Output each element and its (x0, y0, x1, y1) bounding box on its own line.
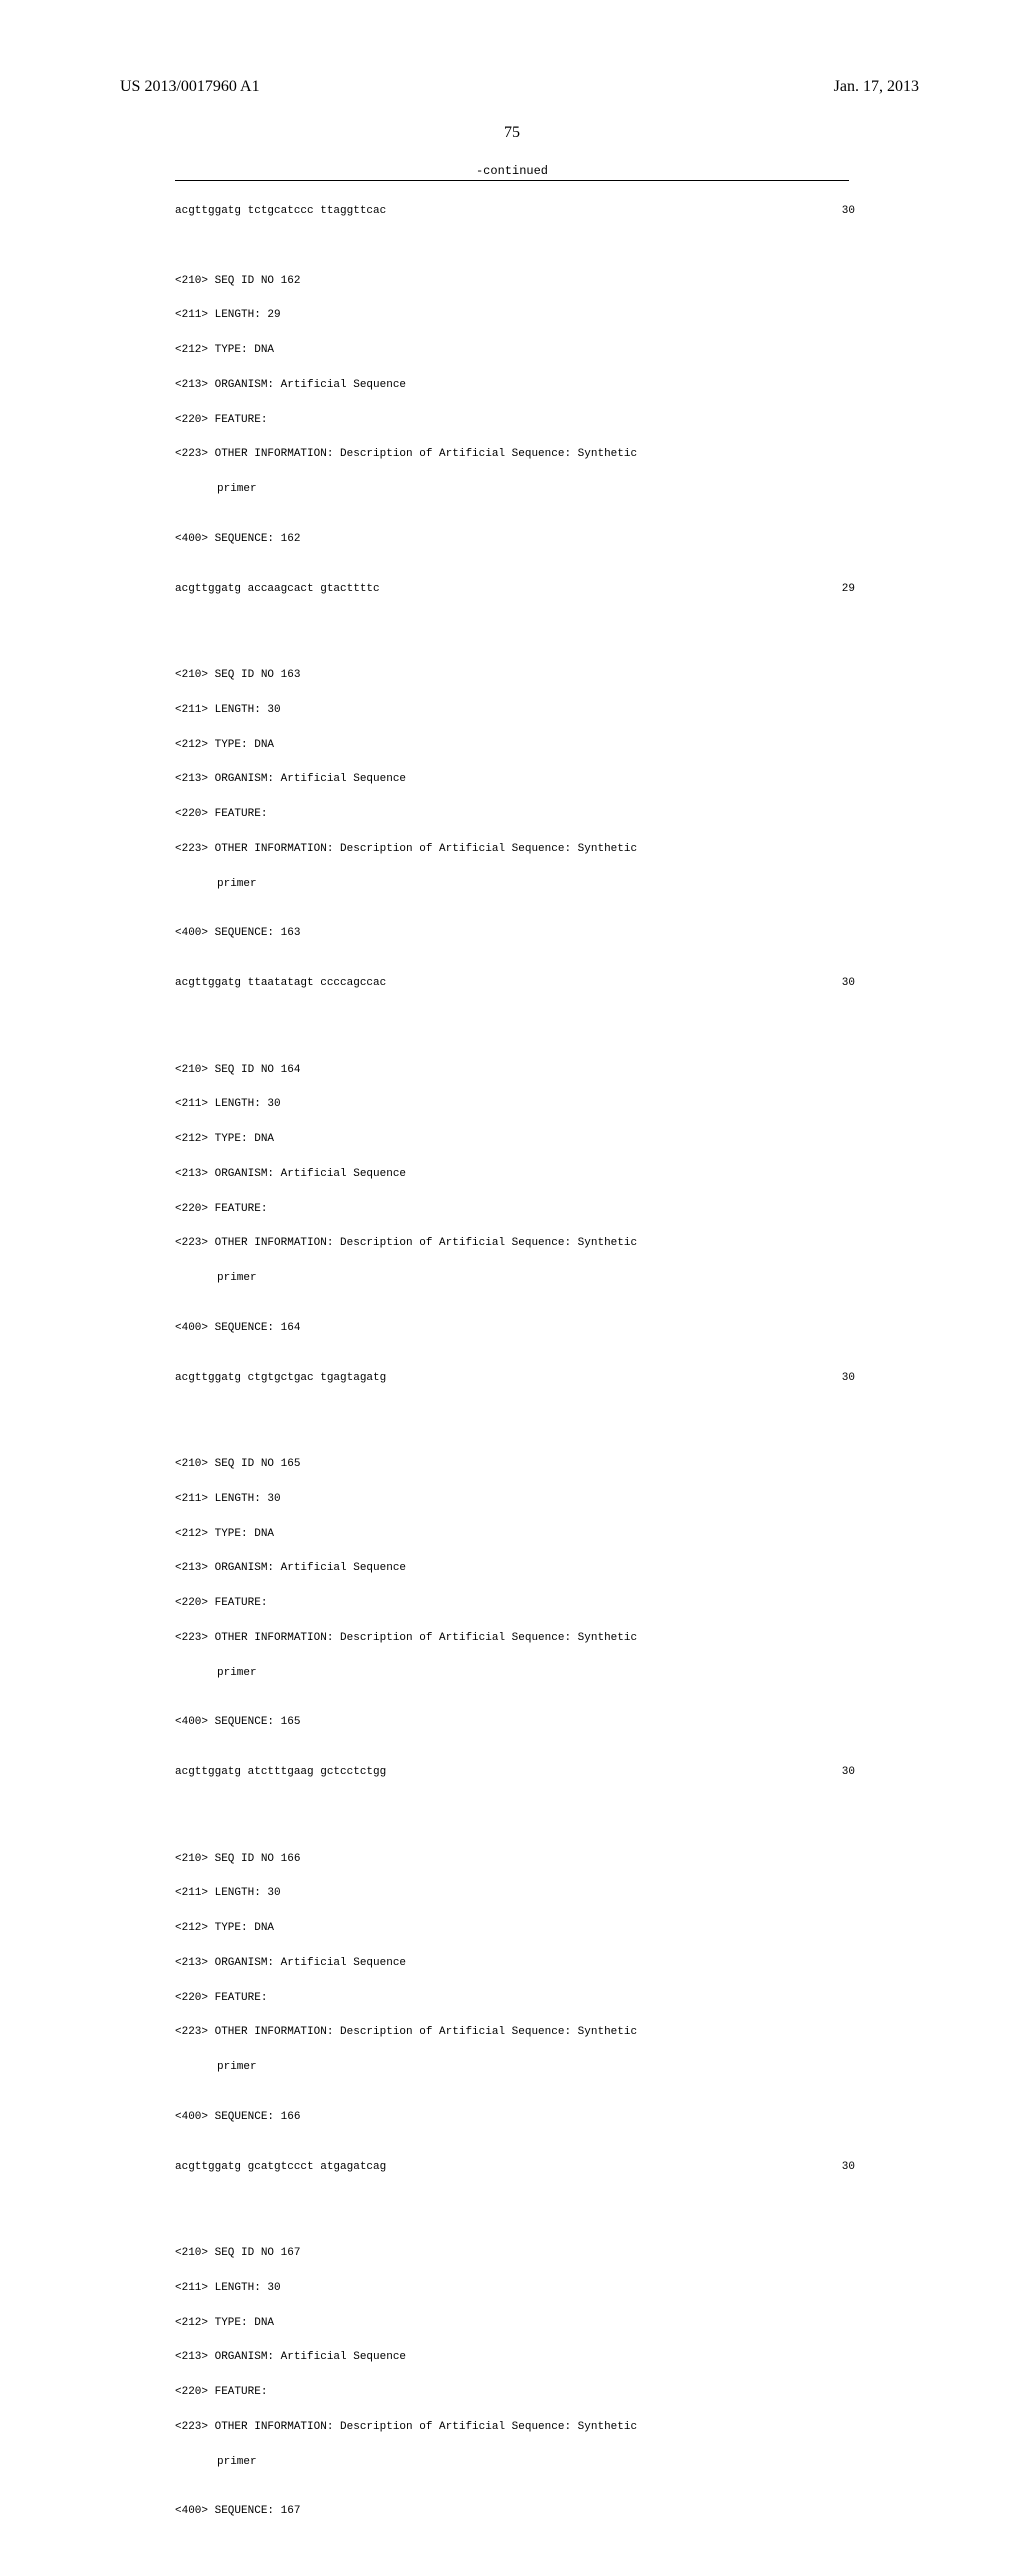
page-number: 75 (0, 124, 1024, 142)
type-line: <212> TYPE: DNA (175, 1526, 1024, 1543)
sequence-length-number: 29 (842, 581, 855, 598)
type-line: <212> TYPE: DNA (175, 2315, 1024, 2332)
length-line: <211> LENGTH: 30 (175, 702, 1024, 719)
primer-line: primer (175, 876, 1024, 893)
feature-line: <220> FEATURE: (175, 806, 1024, 823)
primer-line: primer (175, 1270, 1024, 1287)
other-info-line: <223> OTHER INFORMATION: Description of … (175, 1630, 1024, 1647)
sequence-row: acgttggatg ttaatatagt ccccagccac 30 (175, 975, 855, 992)
primer-line: primer (175, 1665, 1024, 1682)
sequence-length-number: 30 (842, 203, 855, 220)
sequence-text: acgttggatg atctttgaag gctcctctgg (175, 1764, 386, 1781)
sequence-text: acgttggatg ttaatatagt ccccagccac (175, 975, 386, 992)
seq-id-line: <210> SEQ ID NO 166 (175, 1851, 1024, 1868)
continued-label: -continued (0, 164, 1024, 178)
sequence-length-number: 30 (842, 975, 855, 992)
sequence-text: acgttggatg tctgcatccc ttaggttcac (175, 203, 386, 220)
sequence-label-line: <400> SEQUENCE: 165 (175, 1714, 1024, 1731)
length-line: <211> LENGTH: 30 (175, 2280, 1024, 2297)
page-header: US 2013/0017960 A1 Jan. 17, 2013 (0, 0, 1024, 96)
seq-id-line: <210> SEQ ID NO 162 (175, 273, 1024, 290)
other-info-line: <223> OTHER INFORMATION: Description of … (175, 2419, 1024, 2436)
feature-line: <220> FEATURE: (175, 1201, 1024, 1218)
sequence-row: acgttggatg atctttgaag gctcctctgg 30 (175, 1764, 855, 1781)
sequence-text: acgttggatg ctgtgctgac tgagtagatg (175, 1370, 386, 1387)
type-line: <212> TYPE: DNA (175, 1131, 1024, 1148)
sequence-length-number: 30 (842, 1764, 855, 1781)
sequence-entry: <210> SEQ ID NO 164 <211> LENGTH: 30 <21… (175, 1044, 1024, 1404)
sequence-label-line: <400> SEQUENCE: 166 (175, 2109, 1024, 2126)
primer-line: primer (175, 2059, 1024, 2076)
sequence-label-line: <400> SEQUENCE: 167 (175, 2503, 1024, 2520)
sequence-row: acgttggatg gcatgtccct atgagatcag 30 (175, 2159, 855, 2176)
organism-line: <213> ORGANISM: Artificial Sequence (175, 377, 1024, 394)
other-info-line: <223> OTHER INFORMATION: Description of … (175, 841, 1024, 858)
feature-line: <220> FEATURE: (175, 1595, 1024, 1612)
organism-line: <213> ORGANISM: Artificial Sequence (175, 1166, 1024, 1183)
primer-line: primer (175, 2454, 1024, 2471)
sequence-text: acgttggatg accaagcact gtacttttc (175, 581, 380, 598)
seq-id-line: <210> SEQ ID NO 164 (175, 1062, 1024, 1079)
seq-id-line: <210> SEQ ID NO 163 (175, 667, 1024, 684)
sequence-entry: <210> SEQ ID NO 167 <211> LENGTH: 30 <21… (175, 2228, 1024, 2538)
sequence-listing: acgttggatg tctgcatccc ttaggttcac 30 <210>… (0, 181, 1024, 2555)
sequence-entry: <210> SEQ ID NO 162 <211> LENGTH: 29 <21… (175, 255, 1024, 615)
seq-id-line: <210> SEQ ID NO 167 (175, 2245, 1024, 2262)
type-line: <212> TYPE: DNA (175, 1920, 1024, 1937)
publication-number: US 2013/0017960 A1 (120, 78, 260, 96)
length-line: <211> LENGTH: 30 (175, 1885, 1024, 1902)
sequence-label-line: <400> SEQUENCE: 162 (175, 531, 1024, 548)
sequence-row: acgttggatg tctgcatccc ttaggttcac 30 (175, 203, 855, 220)
length-line: <211> LENGTH: 30 (175, 1491, 1024, 1508)
sequence-label-line: <400> SEQUENCE: 163 (175, 925, 1024, 942)
sequence-text: acgttggatg gcatgtccct atgagatcag (175, 2159, 386, 2176)
feature-line: <220> FEATURE: (175, 2384, 1024, 2401)
sequence-row: acgttggatg accaagcact gtacttttc 29 (175, 581, 855, 598)
organism-line: <213> ORGANISM: Artificial Sequence (175, 771, 1024, 788)
feature-line: <220> FEATURE: (175, 1990, 1024, 2007)
publication-date: Jan. 17, 2013 (834, 78, 919, 96)
sequence-length-number: 30 (842, 2159, 855, 2176)
organism-line: <213> ORGANISM: Artificial Sequence (175, 1560, 1024, 1577)
organism-line: <213> ORGANISM: Artificial Sequence (175, 1955, 1024, 1972)
other-info-line: <223> OTHER INFORMATION: Description of … (175, 446, 1024, 463)
sequence-entry: <210> SEQ ID NO 163 <211> LENGTH: 30 <21… (175, 650, 1024, 1010)
type-line: <212> TYPE: DNA (175, 342, 1024, 359)
primer-line: primer (175, 481, 1024, 498)
sequence-length-number: 30 (842, 1370, 855, 1387)
length-line: <211> LENGTH: 30 (175, 1096, 1024, 1113)
organism-line: <213> ORGANISM: Artificial Sequence (175, 2349, 1024, 2366)
type-line: <212> TYPE: DNA (175, 737, 1024, 754)
seq-id-line: <210> SEQ ID NO 165 (175, 1456, 1024, 1473)
sequence-entry: <210> SEQ ID NO 165 <211> LENGTH: 30 <21… (175, 1439, 1024, 1799)
other-info-line: <223> OTHER INFORMATION: Description of … (175, 2024, 1024, 2041)
sequence-row: acgttggatg ctgtgctgac tgagtagatg 30 (175, 1370, 855, 1387)
length-line: <211> LENGTH: 29 (175, 307, 1024, 324)
sequence-entry: <210> SEQ ID NO 166 <211> LENGTH: 30 <21… (175, 1833, 1024, 2193)
sequence-label-line: <400> SEQUENCE: 164 (175, 1320, 1024, 1337)
feature-line: <220> FEATURE: (175, 412, 1024, 429)
other-info-line: <223> OTHER INFORMATION: Description of … (175, 1235, 1024, 1252)
